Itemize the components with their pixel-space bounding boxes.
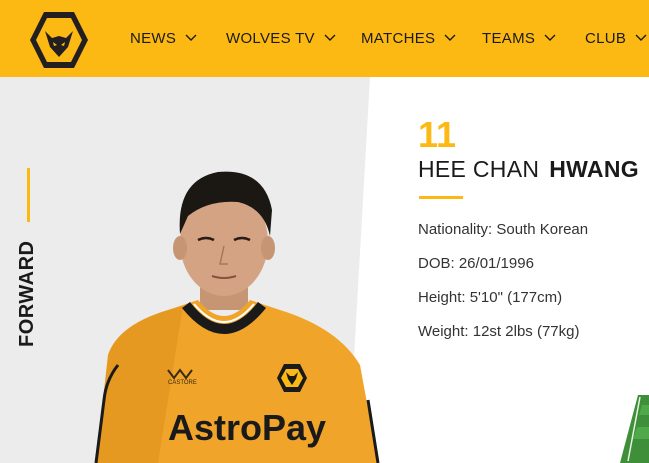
main-nav: NEWS WOLVES TV MATCHES TEAMS CLUB xyxy=(0,0,649,77)
nav-item-club[interactable]: CLUB xyxy=(585,28,648,48)
player-dob: DOB: 26/01/1996 xyxy=(418,255,534,272)
position-accent-bar xyxy=(27,168,30,222)
player-last-name: HWANG xyxy=(549,156,639,182)
chevron-down-icon xyxy=(324,34,336,41)
player-name: HEE CHAN HWANG xyxy=(418,156,639,183)
player-position: FORWARD xyxy=(16,240,38,347)
player-photo: AstroPay CASTORE xyxy=(94,171,380,463)
player-weight: Weight: 12st 2lbs (77kg) xyxy=(418,323,580,340)
nav-item-label: NEWS xyxy=(130,29,177,47)
chevron-down-icon xyxy=(444,34,456,41)
nav-item-wolves-tv[interactable]: WOLVES TV xyxy=(226,28,337,48)
player-number: 11 xyxy=(418,114,457,155)
nav-item-label: CLUB xyxy=(585,29,627,47)
site-header: NEWS WOLVES TV MATCHES TEAMS CLUB xyxy=(0,0,649,77)
player-height: Height: 5'10" (177cm) xyxy=(418,289,563,306)
nav-item-news[interactable]: NEWS xyxy=(130,28,198,48)
shirt-sponsor-text: AstroPay xyxy=(168,407,326,448)
nav-item-label: WOLVES TV xyxy=(226,29,315,47)
chevron-down-icon xyxy=(185,34,197,41)
kit-brand-text: CASTORE xyxy=(168,380,197,386)
player-first-name: HEE CHAN xyxy=(418,156,540,182)
nav-item-matches[interactable]: MATCHES xyxy=(361,28,457,48)
name-underline xyxy=(419,196,463,199)
chevron-down-icon xyxy=(544,34,556,41)
nav-item-teams[interactable]: TEAMS xyxy=(482,28,557,48)
nav-item-label: TEAMS xyxy=(482,29,536,47)
nav-item-label: MATCHES xyxy=(361,29,436,47)
chevron-down-icon xyxy=(635,34,647,41)
pitch-graphic xyxy=(620,395,649,463)
player-nationality: Nationality: South Korean xyxy=(418,221,589,238)
